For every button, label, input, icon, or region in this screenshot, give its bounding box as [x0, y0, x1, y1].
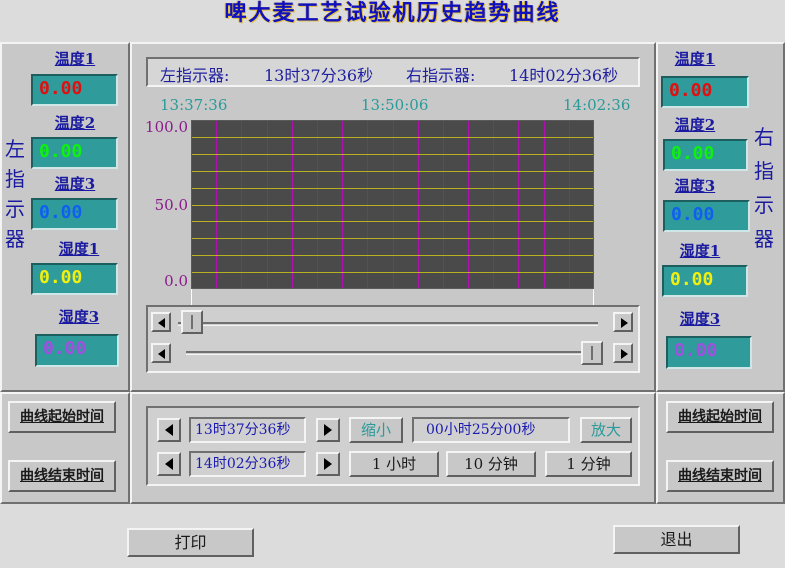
- y-axis-mid-label: 50.0: [154, 196, 188, 214]
- bottom-slider-track[interactable]: [186, 351, 598, 355]
- span-1-minute-button[interactable]: 1 分钟: [545, 451, 632, 477]
- right-arrow-icon: [621, 318, 628, 328]
- top-slider-right-arrow[interactable]: [613, 312, 633, 332]
- left-arrow-icon: [158, 349, 165, 359]
- right-curve-start-button[interactable]: 曲线起始时间: [666, 401, 774, 433]
- left-temp1-value: 0.00: [31, 74, 118, 106]
- right-temp1-label: 温度1: [674, 50, 716, 68]
- end-time-decrease-button[interactable]: [157, 452, 181, 476]
- left-indicator-vertical-label: 左 指 示 器: [5, 137, 25, 251]
- top-slider-thumb[interactable]: [181, 310, 203, 334]
- bottom-slider-left-arrow[interactable]: [151, 343, 171, 363]
- y-axis-bottom-label: 0.0: [164, 272, 188, 290]
- right-indicator-header-label: 右指示器:: [406, 66, 476, 85]
- right-hum3-label: 湿度3: [679, 310, 721, 328]
- zoom-out-button[interactable]: 缩小: [349, 417, 403, 443]
- left-temp2-value: 0.00: [31, 137, 118, 169]
- left-hum3-value: 0.00: [35, 334, 119, 367]
- left-hum1-value: 0.00: [31, 263, 118, 295]
- window-title: 啤大麦工艺试验机历史趋势曲线: [224, 0, 561, 26]
- time-axis-right: 14:02:36: [563, 96, 631, 114]
- right-hum1-label: 湿度1: [679, 242, 721, 260]
- start-time-display: 13时37分36秒: [189, 417, 306, 443]
- end-time-display: 14时02分36秒: [189, 451, 306, 477]
- right-temp2-value: 0.00: [663, 139, 748, 171]
- left-temp3-value: 0.00: [31, 198, 118, 230]
- top-slider-track[interactable]: [178, 322, 598, 326]
- y-axis-top-label: 100.0: [145, 118, 188, 136]
- start-time-decrease-button[interactable]: [157, 418, 181, 442]
- right-temp3-label: 温度3: [674, 177, 716, 195]
- left-temp3-label: 温度3: [54, 175, 96, 193]
- bottom-slider-right-arrow[interactable]: [613, 343, 633, 363]
- right-arrow-icon: [324, 458, 332, 470]
- top-slider-left-arrow[interactable]: [151, 312, 171, 332]
- time-span-display: 00小时25分00秒: [412, 417, 570, 443]
- left-arrow-icon: [158, 318, 165, 328]
- time-axis-middle: 13:50:06: [361, 96, 429, 114]
- right-arrow-icon: [324, 424, 332, 436]
- left-curve-end-button[interactable]: 曲线结束时间: [8, 460, 116, 492]
- start-time-increase-button[interactable]: [316, 418, 340, 442]
- left-indicator-header-time: 13时37分36秒: [264, 66, 374, 85]
- trend-plot-area[interactable]: [191, 120, 594, 289]
- print-button[interactable]: 打印: [127, 528, 254, 557]
- left-hum1-label: 湿度1: [58, 240, 100, 258]
- right-hum1-value: 0.00: [662, 265, 748, 297]
- zoom-in-button[interactable]: 放大: [580, 417, 632, 443]
- right-temp2-label: 温度2: [674, 116, 716, 134]
- right-temp1-value: 0.00: [661, 76, 749, 108]
- right-curve-end-button[interactable]: 曲线结束时间: [666, 460, 774, 492]
- right-arrow-icon: [621, 349, 628, 359]
- slider-panel: [146, 305, 640, 373]
- span-10-minutes-button[interactable]: 10 分钟: [446, 451, 536, 477]
- left-arrow-icon: [165, 424, 173, 436]
- time-axis-left: 13:37:36: [160, 96, 228, 114]
- right-indicator-header-time: 14时02分36秒: [509, 66, 619, 85]
- right-temp3-value: 0.00: [663, 200, 750, 232]
- plot-background: [191, 120, 594, 289]
- left-arrow-icon: [165, 458, 173, 470]
- exit-button[interactable]: 退出: [613, 525, 740, 554]
- bottom-slider-thumb[interactable]: [581, 341, 603, 365]
- left-temp1-label: 温度1: [54, 50, 96, 68]
- left-curve-start-button[interactable]: 曲线起始时间: [8, 401, 116, 433]
- left-indicator-header-label: 左指示器:: [160, 66, 230, 85]
- right-indicator-vertical-label: 右 指 示 器: [754, 125, 774, 251]
- left-hum3-label: 湿度3: [58, 308, 100, 326]
- right-hum3-value: 0.00: [666, 336, 752, 369]
- left-temp2-label: 温度2: [54, 114, 96, 132]
- span-1-hour-button[interactable]: 1 小时: [349, 451, 439, 477]
- end-time-increase-button[interactable]: [316, 452, 340, 476]
